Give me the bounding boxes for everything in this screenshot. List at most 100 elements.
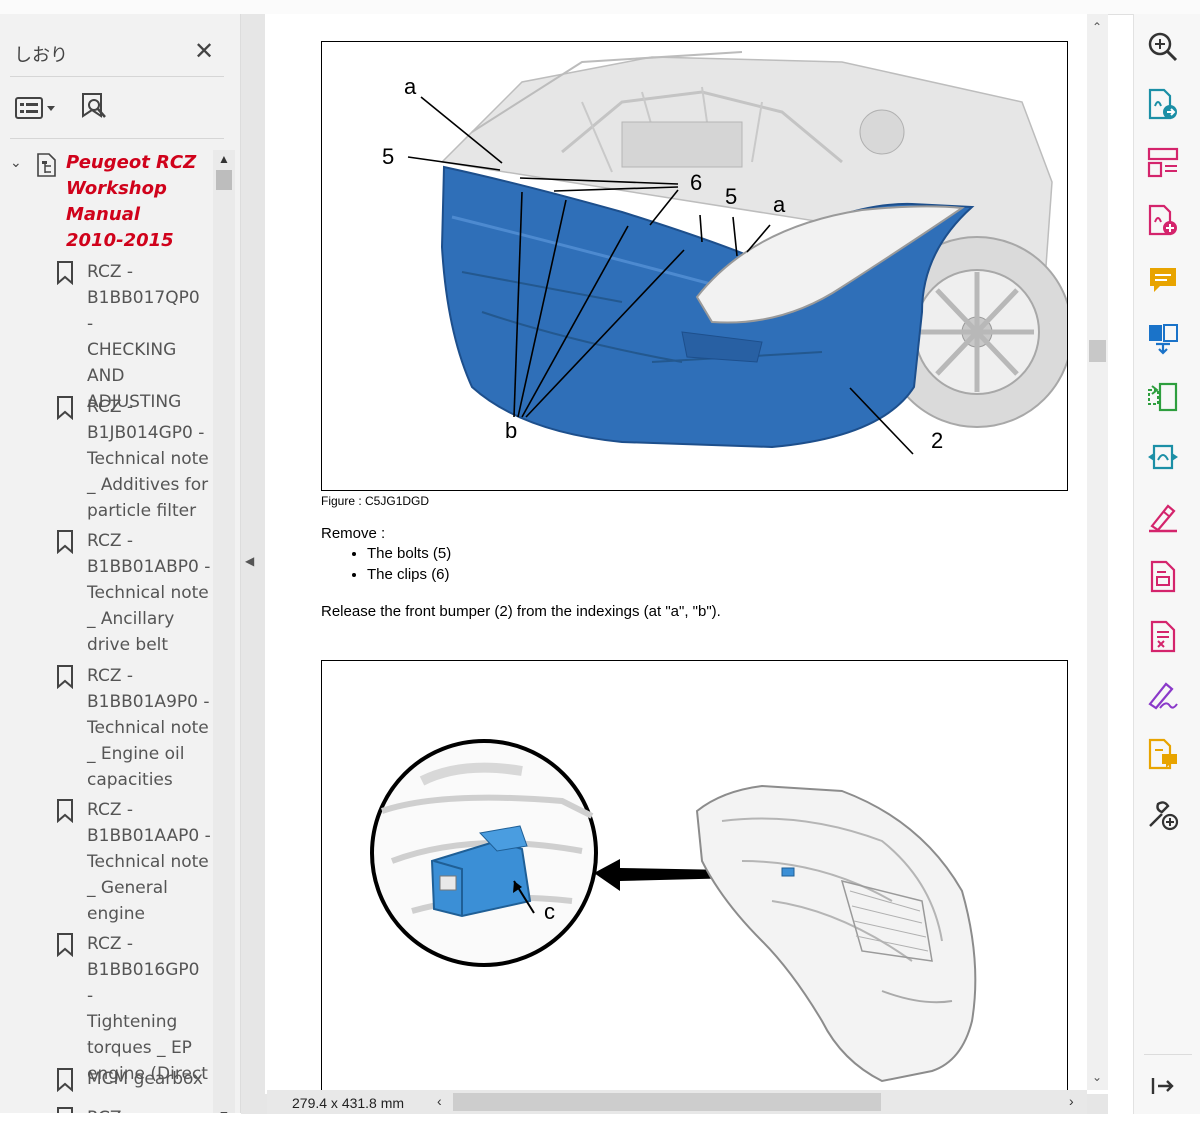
edit-pdf-button[interactable] [1146,560,1180,594]
label-c: c [544,899,555,924]
bookmark-search-icon [82,93,106,118]
fill-sign-button[interactable] [1146,500,1180,534]
bookmark-root-label[interactable]: Peugeot RCZ Workshop Manual 2010-2015 [66,150,206,254]
bookmark-root-line: Workshop [66,178,167,199]
more-tools-icon [1149,801,1179,831]
bookmark-icon [56,1107,74,1113]
collapse-panel-icon [1151,1078,1174,1094]
find-bookmark-button[interactable] [80,92,110,124]
enhance-scan-button[interactable] [1146,30,1180,64]
tools-panel [1133,14,1200,1114]
request-signature-icon [1148,682,1178,710]
step-list: The bolts (5) The clips (6) [321,543,451,585]
bookmark-line: RCZ - [87,1105,211,1113]
bookmark-line: B1BB016GP0 - [87,960,200,1006]
bookmark-icon [56,261,74,290]
chevron-up-icon[interactable]: ▲ [218,152,230,166]
bookmark-line: _ Additives for [87,475,209,495]
bookmark-line: Technical note [87,852,209,872]
bookmark-label: RCZ - B1BB017QP0 - CHECKING AND ADJUSTIN… [87,259,211,415]
create-pdf-button[interactable] [1146,204,1180,238]
combine-files-button[interactable] [1146,322,1180,356]
bookmark-icon [56,933,74,962]
bookmark-icon [56,665,74,694]
list-options-icon [15,97,55,119]
collapse-left-panel-icon[interactable]: ◀ [245,554,254,568]
bookmark-line: Technical note [87,449,209,469]
chevron-down-icon[interactable]: ⌄ [1092,1070,1102,1084]
compress-pdf-button[interactable] [1146,380,1180,414]
sensor-illustration: c [370,739,977,1083]
more-tools-button[interactable] [1146,798,1180,832]
pdf-page: a 5 6 5 a b 2 Figure : C5JG1DGD Remove :… [265,14,1108,1101]
label-5-right: 5 [725,184,737,209]
protect-pdf-icon [1150,620,1176,653]
close-icon[interactable]: ✕ [194,40,214,64]
bookmarks-panel: しおり ✕ ⌄ Peugeot RCZ Workshop Manual 2010… [0,14,241,1113]
bumper-illustration: a 5 6 5 a b 2 [382,51,1067,455]
label-a-right: a [773,192,786,217]
document-view: ◀ ◀ [241,14,1108,1114]
bookmark-line: engine [87,904,145,924]
status-bar: 279.4 x 431.8 mm ‹ › [267,1090,1087,1114]
bookmark-line: particle filter [87,501,197,521]
bookmark-line: Tightening [87,1012,178,1032]
bookmark-label: RCZ - B1BB01AAP0 - Technical note _ Gene… [87,797,211,927]
document-scrollbar[interactable]: ⌃ ⌄ [1087,14,1108,1090]
bookmark-label: RCZ - B1BB016GP0 - Tightening torques _ … [87,931,211,1087]
chevron-up-icon[interactable]: ⌃ [1092,20,1102,34]
bookmark-line: RCZ - [87,531,134,551]
bookmark-label: RCZ - B1BB01ABP0 - Technical note _ Anci… [87,528,211,658]
chevron-down-icon[interactable]: ⌄ [10,154,22,171]
label-5: 5 [382,144,394,169]
bookmark-line: RCZ - [87,262,134,282]
organize-pages-button[interactable] [1146,146,1180,180]
bookmark-line: B1BB01A9P0 - [87,692,210,712]
comment-button[interactable] [1146,264,1180,298]
bookmark-line: RCZ - [87,800,134,820]
bookmark-line: _ Ancillary [87,609,175,629]
bookmark-icon [56,799,74,828]
bookmark-label: RCZ - B1JB014GP0 - Technical note _ Addi… [87,394,211,524]
bookmark-line: B1JB014GP0 - [87,423,205,443]
title-strip [0,0,1200,15]
bookmark-tree: ⌄ Peugeot RCZ Workshop Manual 2010-2015 [0,150,212,1113]
page-size-readout: 279.4 x 431.8 mm [292,1095,405,1111]
protect-pdf-button[interactable] [1146,620,1180,654]
request-signature-button[interactable] [1146,678,1180,712]
chevron-down-icon[interactable]: ▼ [218,1108,230,1113]
organize-pages-icon [1147,147,1179,178]
share-comment-icon [1148,738,1177,770]
chevron-right-icon[interactable]: › [1069,1093,1074,1109]
bookmark-line: drive belt [87,635,169,655]
bookmark-line: RCZ - [87,397,134,417]
figure-front-bumper: a 5 6 5 a b 2 [321,41,1068,491]
bookmark-line: _ Engine oil [87,744,185,764]
horizontal-scrollbar[interactable] [453,1093,1063,1111]
bookmarks-scrollbar[interactable]: ▲ ▼ [213,150,235,1113]
bookmark-label: RCZ - [87,1105,211,1113]
edit-pdf-icon [1150,560,1176,593]
bookmark-options-button[interactable] [14,96,58,122]
export-pdf-button[interactable] [1146,88,1180,122]
chevron-left-icon[interactable]: ‹ [437,1093,442,1109]
divider [1144,1054,1192,1055]
share-comment-button[interactable] [1146,738,1180,772]
list-item: The bolts (5) [367,543,451,564]
bookmark-line: Technical note [87,583,209,603]
collapse-tools-button[interactable] [1146,1070,1180,1104]
bookmark-line: torques _ EP [87,1038,192,1058]
bookmark-line: CHECKING [87,340,177,360]
scrollbar-thumb[interactable] [1089,340,1106,362]
scrollbar-thumb[interactable] [216,170,232,190]
send-for-review-button[interactable] [1146,440,1180,474]
bookmark-line: MCM gearbox [87,1069,203,1089]
bookmark-line: Technical note [87,718,209,738]
fill-sign-icon [1149,504,1177,533]
scrollbar-thumb[interactable] [453,1093,881,1111]
bookmark-label: MCM gearbox [87,1066,211,1092]
bookmark-line: capacities [87,770,173,790]
bookmark-line: RCZ - [87,934,134,954]
remove-heading: Remove : [321,525,386,542]
comment-icon [1150,268,1176,292]
